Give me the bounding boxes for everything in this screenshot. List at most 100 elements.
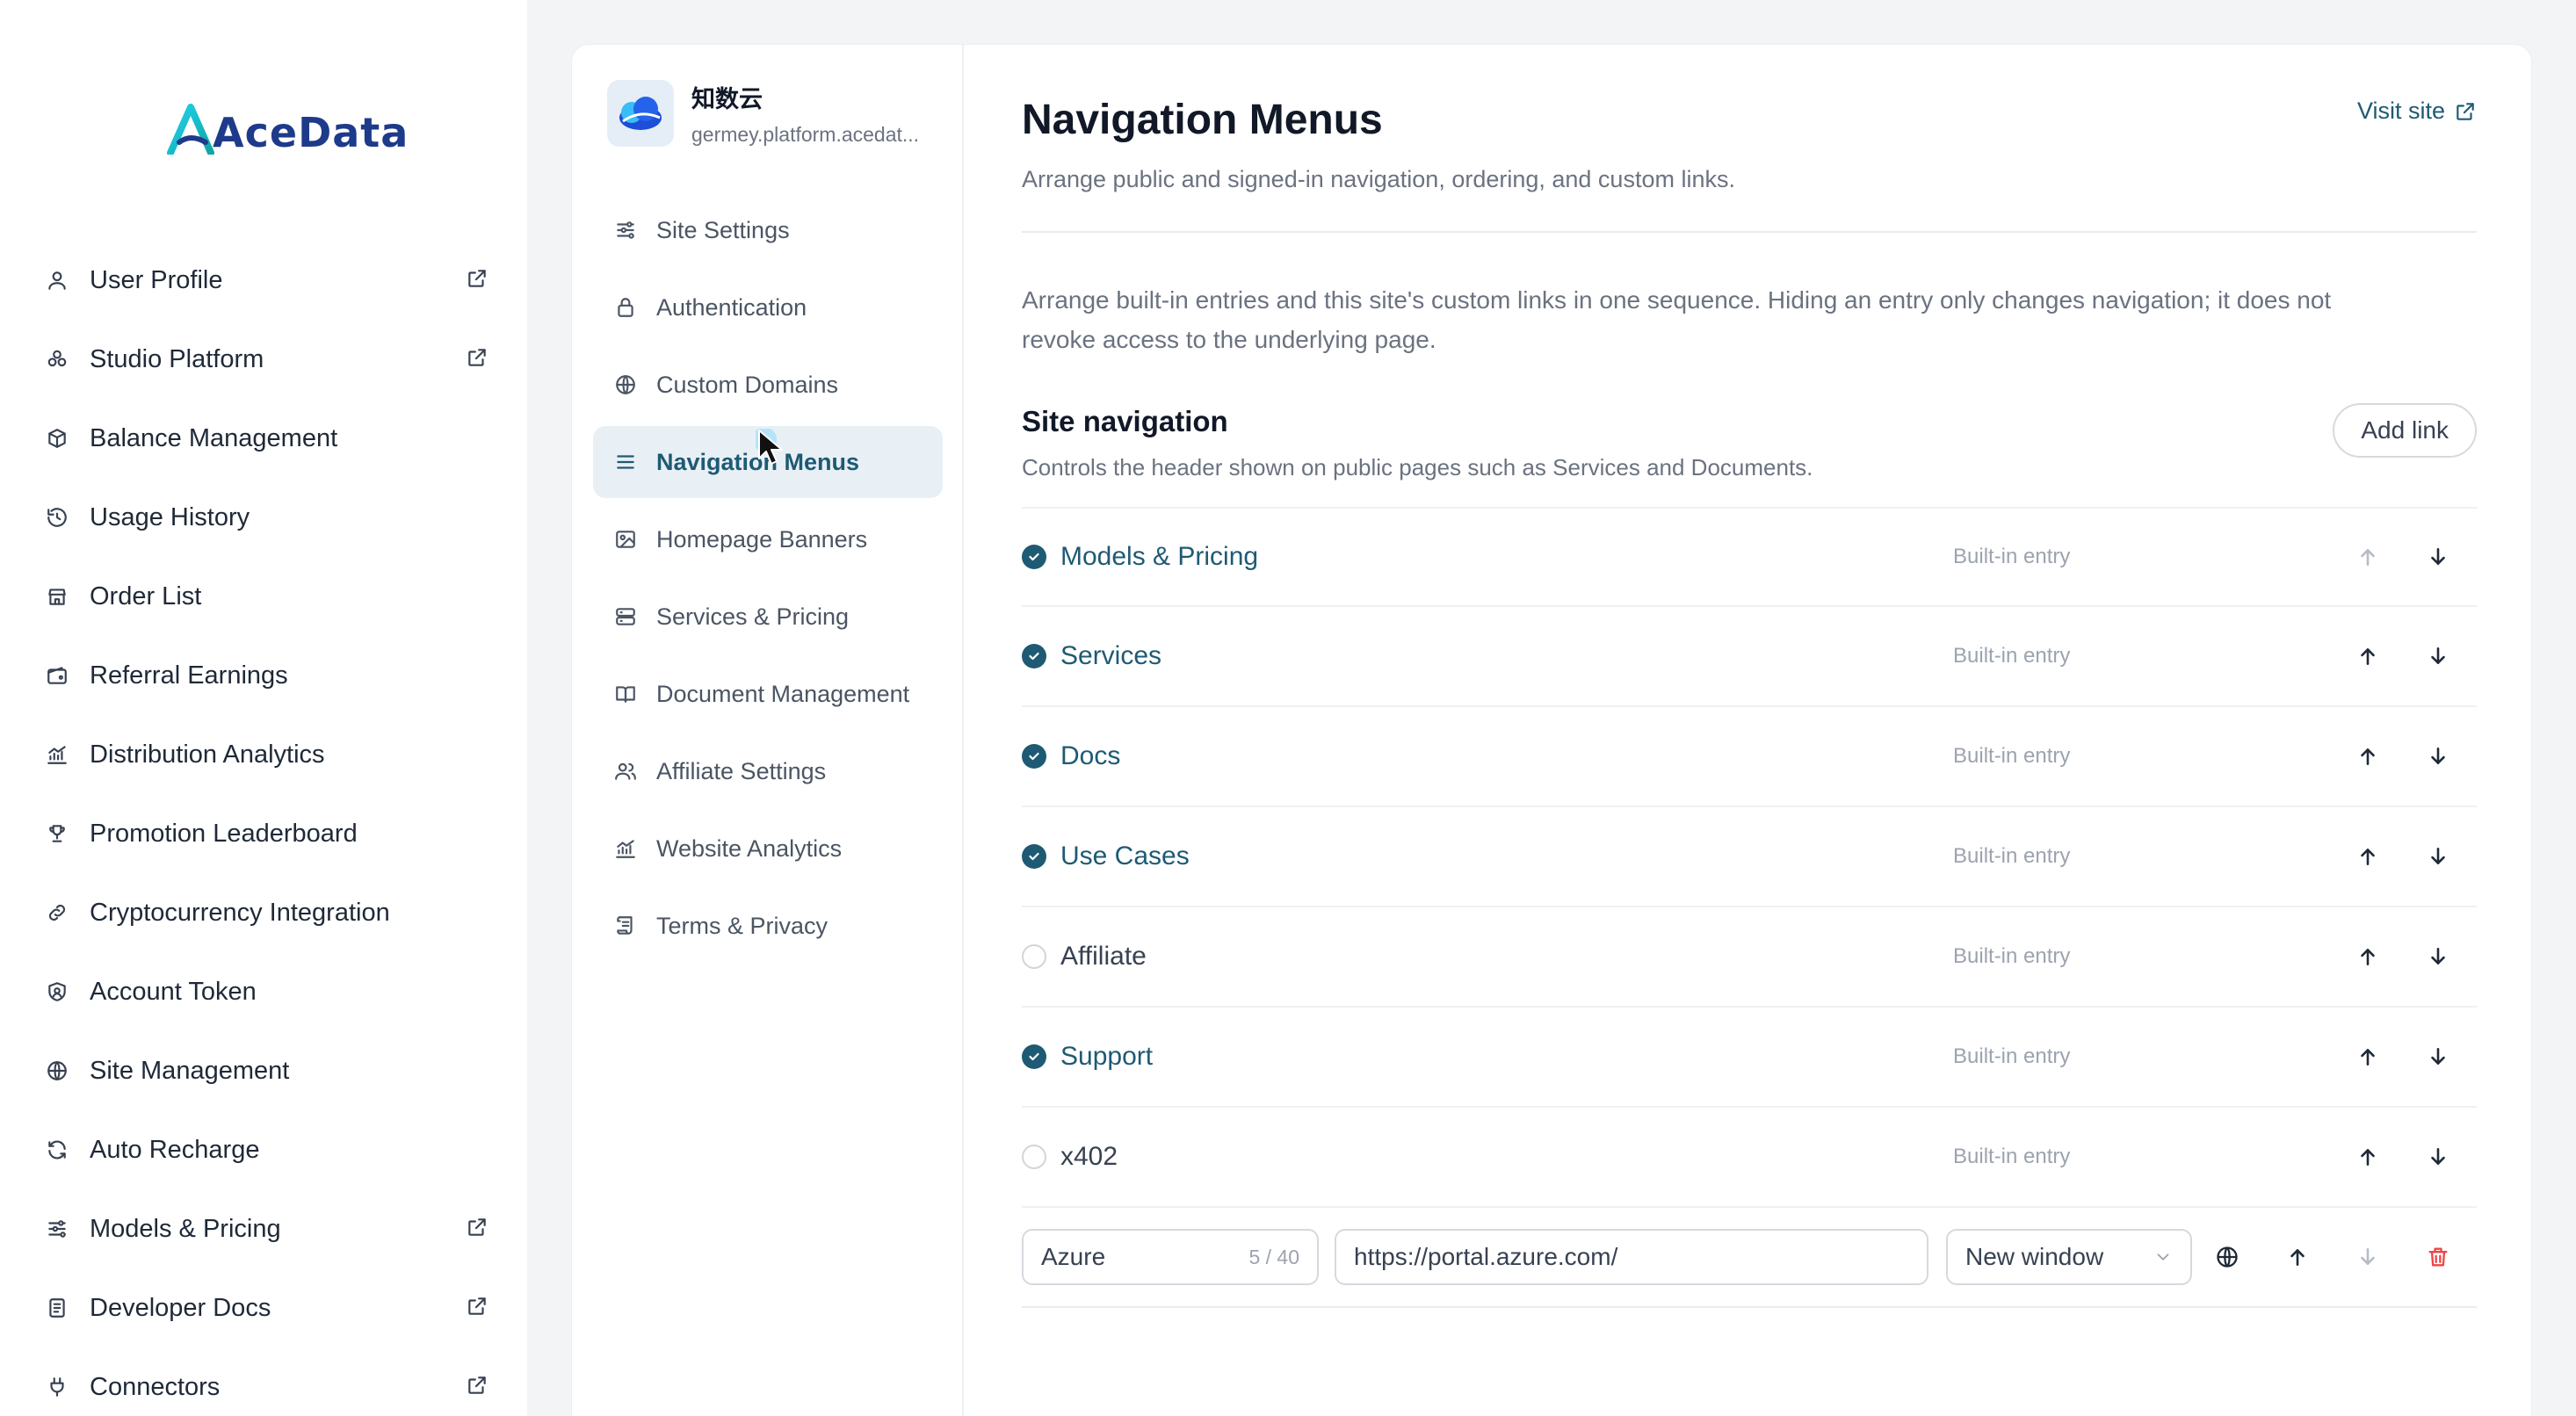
move-down-button[interactable] <box>2420 1139 2456 1174</box>
sliders-icon <box>44 1216 70 1242</box>
server-icon <box>612 603 639 630</box>
check-icon <box>1029 852 1039 861</box>
sidebar-item-developer-docs[interactable]: Developer Docs <box>0 1268 527 1347</box>
sidebar-item-usage-history[interactable]: Usage History <box>0 478 527 557</box>
visibility-checkbox[interactable] <box>1022 1044 1046 1069</box>
brand-logo[interactable]: AceData <box>167 104 409 155</box>
link-target-select[interactable]: New window <box>1946 1229 2192 1285</box>
sidebar-item-label: Referral Earnings <box>90 661 288 690</box>
sidebar-item-auto-recharge[interactable]: Auto Recharge <box>0 1110 527 1189</box>
add-link-button[interactable]: Add link <box>2333 403 2477 458</box>
move-up-button[interactable] <box>2350 739 2385 774</box>
nav-entry-label: Docs <box>1060 741 1121 770</box>
visibility-checkbox[interactable] <box>1022 744 1046 769</box>
analytics-icon <box>612 835 639 862</box>
visibility-checkbox[interactable] <box>1022 944 1046 969</box>
move-down-button[interactable] <box>2350 1239 2385 1275</box>
subnav-item-affiliate-settings[interactable]: Affiliate Settings <box>593 735 943 807</box>
main-content: Navigation Menus Arrange public and sign… <box>1022 45 2477 1416</box>
external-link-icon <box>2457 102 2474 120</box>
sidebar-item-order-list[interactable]: Order List <box>0 557 527 636</box>
history-icon <box>44 504 70 531</box>
subnav-item-label: Terms & Privacy <box>656 912 829 939</box>
visit-site-link[interactable]: Visit site <box>2357 98 2477 125</box>
visibility-scope-button[interactable] <box>2210 1239 2245 1275</box>
sidebar-item-account-token[interactable]: Account Token <box>0 952 527 1031</box>
move-down-button[interactable] <box>2420 639 2456 674</box>
intro-text: Arrange built-in entries and this site's… <box>1022 280 2477 359</box>
subnav-item-authentication[interactable]: Authentication <box>593 271 943 343</box>
section-title: Site navigation <box>1022 405 1228 437</box>
move-down-button[interactable] <box>2420 739 2456 774</box>
move-up-button[interactable] <box>2280 1239 2315 1275</box>
delete-link-button[interactable] <box>2420 1239 2456 1275</box>
sidebar-item-referral-earnings[interactable]: Referral Earnings <box>0 636 527 715</box>
subnav-item-navigation-menus[interactable]: Navigation Menus <box>593 426 943 498</box>
sidebar-item-cryptocurrency-integration[interactable]: Cryptocurrency Integration <box>0 873 527 952</box>
move-up-button[interactable] <box>2350 1139 2385 1174</box>
app-sidebar: AceData User Profile Studio Platform Balan… <box>0 0 527 1416</box>
link-url-input[interactable]: https://portal.azure.com/ <box>1335 1229 1928 1285</box>
subnav-item-label: Website Analytics <box>656 834 843 862</box>
site-header: 知数云 germey.platform.acedat... <box>607 80 929 147</box>
sidebar-item-promotion-leaderboard[interactable]: Promotion Leaderboard <box>0 794 527 873</box>
subnav-item-label: Affiliate Settings <box>656 757 827 784</box>
wallet-icon <box>44 662 70 689</box>
move-up-button[interactable] <box>2350 839 2385 874</box>
move-down-button[interactable] <box>2420 839 2456 874</box>
shield-icon <box>44 979 70 1005</box>
sidebar-item-site-management[interactable]: Site Management <box>0 1031 527 1110</box>
chevron-down-icon <box>2157 1253 2169 1261</box>
visibility-checkbox[interactable] <box>1022 644 1046 668</box>
subnav-item-document-management[interactable]: Document Management <box>593 658 943 730</box>
arrow-up-icon <box>2361 748 2375 765</box>
move-down-button[interactable] <box>2420 539 2456 574</box>
sidebar-item-label: Auto Recharge <box>90 1135 260 1164</box>
sidebar-item-label: Order List <box>90 582 202 610</box>
sidebar-item-distribution-analytics[interactable]: Distribution Analytics <box>0 715 527 794</box>
char-counter: 5 / 40 <box>1248 1245 1299 1268</box>
link-icon <box>44 899 70 926</box>
subnav-item-website-analytics[interactable]: Website Analytics <box>593 813 943 885</box>
section-subtitle: Controls the header shown on public page… <box>1022 454 1813 480</box>
site-name: 知数云 <box>691 86 763 112</box>
link-name-input[interactable]: Azure 5 / 40 <box>1022 1229 1319 1285</box>
sidebar-item-balance-management[interactable]: Balance Management <box>0 399 527 478</box>
plug-icon <box>44 1374 70 1400</box>
visibility-checkbox[interactable] <box>1022 1145 1046 1169</box>
arrow-down-icon <box>2431 1048 2445 1065</box>
sidebar-item-studio-platform[interactable]: Studio Platform <box>0 320 527 399</box>
move-up-button[interactable] <box>2350 639 2385 674</box>
subnav-item-custom-domains[interactable]: Custom Domains <box>593 349 943 421</box>
move-down-button[interactable] <box>2420 939 2456 974</box>
external-link-icon <box>466 346 492 372</box>
sidebar-item-label: Connectors <box>90 1372 221 1401</box>
sidebar-item-label: Balance Management <box>90 423 338 452</box>
move-up-button[interactable] <box>2350 939 2385 974</box>
sidebar-item-models-and-pricing[interactable]: Models & Pricing <box>0 1189 527 1268</box>
lock-icon <box>612 294 639 321</box>
subnav-item-services-and-pricing[interactable]: Services & Pricing <box>593 581 943 653</box>
cloud-logo-icon <box>619 97 662 130</box>
sidebar-item-label: User Profile <box>90 265 223 294</box>
logo-mark-icon <box>167 104 214 155</box>
sidebar-item-connectors[interactable]: Connectors <box>0 1347 527 1416</box>
intro-line-2: revoke access to the underlying page. <box>1022 326 1436 353</box>
site-avatar <box>607 80 674 147</box>
sidebar-item-user-profile[interactable]: User Profile <box>0 241 527 320</box>
arrow-down-icon <box>2361 1248 2375 1265</box>
trash-icon <box>2428 1247 2448 1267</box>
visibility-checkbox[interactable] <box>1022 844 1046 869</box>
sidebar-item-label: Models & Pricing <box>90 1214 281 1243</box>
subnav-item-site-settings[interactable]: Site Settings <box>593 194 943 266</box>
move-up-button[interactable] <box>2350 1039 2385 1074</box>
move-down-button[interactable] <box>2420 1039 2456 1074</box>
sidebar-item-label: Cryptocurrency Integration <box>90 898 390 927</box>
move-up-button[interactable] <box>2350 539 2385 574</box>
visibility-checkbox[interactable] <box>1022 545 1046 569</box>
link-name-value: Azure <box>1041 1243 1106 1270</box>
subnav-item-terms-and-privacy[interactable]: Terms & Privacy <box>593 890 943 962</box>
subnav-item-homepage-banners[interactable]: Homepage Banners <box>593 503 943 575</box>
entry-type-tag: Built-in entry <box>1953 1145 2071 1168</box>
sidebar-item-label: Usage History <box>90 502 250 531</box>
